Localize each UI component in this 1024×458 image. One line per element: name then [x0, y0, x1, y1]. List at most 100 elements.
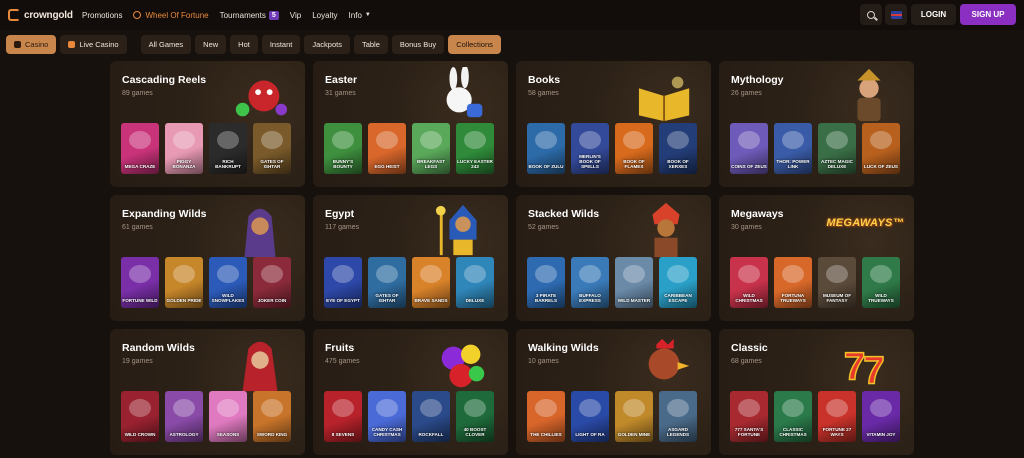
filter-all-games[interactable]: All Games [140, 35, 192, 54]
filter-jackpots[interactable]: Jackpots [304, 35, 350, 54]
filter-bonus-buy[interactable]: Bonus Buy [391, 35, 445, 54]
collection-title[interactable]: Classic [731, 342, 768, 354]
game-thumbnail[interactable]: CLASSIC CHRISTMAS [774, 391, 812, 442]
game-thumbnail[interactable]: BOOK OF ZULU [527, 123, 565, 174]
game-thumbnail[interactable]: EYE OF EGYPT [324, 257, 362, 308]
collection-card-walking-wilds[interactable]: Walking Wilds 10 games THE CHILLIES LIGHT O… [516, 329, 711, 455]
logo[interactable]: crowngold [8, 9, 82, 21]
collection-card-classic[interactable]: Classic 68 games 7 7 777 SANTA'S FORTUNE CLAS… [719, 329, 914, 455]
game-thumbnail[interactable]: THOR: POWER LINK [774, 123, 812, 174]
game-thumbnail[interactable]: GATES OF ISHTAR [253, 123, 291, 174]
game-thumbnail[interactable]: BREAKFAST LEGS [412, 123, 450, 174]
game-thumbnail[interactable]: LUCK OF ZEUS [862, 123, 900, 174]
game-thumbnail[interactable]: FORTUNA TRUEWAYS [774, 257, 812, 308]
game-thumbnails: THE CHILLIES LIGHT OF RA GOLDEN MINE ASGARD… [527, 391, 703, 442]
game-thumbnail[interactable]: EGG HEIST [368, 123, 406, 174]
collection-title[interactable]: Walking Wilds [528, 342, 599, 354]
collection-card-expanding-wilds[interactable]: Expanding Wilds 61 games FORTUNE WILD GOLDE… [110, 195, 305, 321]
game-title: AZTEC MAGIC DELUXE [821, 158, 853, 169]
game-title: GOLDEN MINE [617, 431, 651, 437]
game-thumbnail[interactable]: 40 BOOST CLOVER [456, 391, 494, 442]
game-thumbnail[interactable]: WILD TRUEWAYS [862, 257, 900, 308]
nav-wheel-of-fortune[interactable]: Wheel Of Fortune [133, 11, 209, 20]
nav-vip[interactable]: Vip [290, 11, 301, 20]
game-thumbnail[interactable]: GOLDEN MINE [615, 391, 653, 442]
game-thumbnail[interactable]: FORTUNE WILD [121, 257, 159, 308]
game-thumbnail[interactable]: WILD CROWN [121, 391, 159, 442]
game-thumbnail[interactable]: CANDY CASH CHRISTMAS [368, 391, 406, 442]
game-thumbnail[interactable]: BUNNY'S BOUNTY [324, 123, 362, 174]
game-thumbnail[interactable]: BRAVE SANDS [412, 257, 450, 308]
collection-title[interactable]: Fruits [325, 342, 354, 354]
game-title: ASGARD LEGENDS [666, 426, 690, 437]
collection-title[interactable]: Mythology [731, 74, 784, 86]
nav-loyalty[interactable]: Loyalty [312, 11, 337, 20]
game-thumbnail[interactable]: ASGARD LEGENDS [659, 391, 697, 442]
game-thumbnail[interactable]: ROCKFALL [412, 391, 450, 442]
collection-card-egypt[interactable]: Egypt 117 games EYE OF EGYPT GATES OF ISHTA… [313, 195, 508, 321]
game-thumbnail[interactable]: DELUXE [456, 257, 494, 308]
game-thumbnail[interactable]: WILD SNOWFLAKES [209, 257, 247, 308]
collection-card-mythology[interactable]: Mythology 26 games COINS OF ZEUS THOR: POWE… [719, 61, 914, 187]
game-thumbnail[interactable]: SWORD KING [253, 391, 291, 442]
game-thumbnail[interactable]: BOOK OF FLAMES [615, 123, 653, 174]
filter-instant[interactable]: Instant [261, 35, 301, 54]
game-thumbnails: FORTUNE WILD GOLDEN PRIDE WILD SNOWFLAKES J… [121, 257, 297, 308]
game-thumbnail[interactable]: MUSEUM OF FANTASY [818, 257, 856, 308]
collection-card-fruits[interactable]: Fruits 475 games 8 SEVENS CANDY CASH CHRIST… [313, 329, 508, 455]
game-thumbnail[interactable]: JOKER COIN [253, 257, 291, 308]
game-thumbnail[interactable]: AZTEC MAGIC DELUXE [818, 123, 856, 174]
login-button[interactable]: LOGIN [911, 4, 956, 25]
game-thumbnail[interactable]: THE CHILLIES [527, 391, 565, 442]
game-thumbnail[interactable]: CARIBBEAN ESCAPE [659, 257, 697, 308]
game-thumbnail[interactable]: GATES OF ISHTAR [368, 257, 406, 308]
nav-promotions[interactable]: Promotions [82, 11, 122, 20]
game-thumbnail[interactable]: VITAMIN JOY [862, 391, 900, 442]
language-button[interactable] [885, 4, 907, 25]
collection-card-random-wilds[interactable]: Random Wilds 19 games WILD CROWN ASTROLOGY S… [110, 329, 305, 455]
game-thumbnail[interactable]: 777 SANTA'S FORTUNE [730, 391, 768, 442]
filter-table[interactable]: Table [353, 35, 388, 54]
collection-title[interactable]: Easter [325, 74, 357, 86]
collection-title[interactable]: Cascading Reels [122, 74, 206, 86]
collection-title[interactable]: Expanding Wilds [122, 208, 207, 220]
tab-casino[interactable]: Casino [6, 35, 57, 54]
nav-tournaments[interactable]: Tournaments 5 [220, 10, 279, 20]
collection-card-books[interactable]: Books 58 games BOOK OF ZULU MERLIN'S BOOK O… [516, 61, 711, 187]
game-thumbnail[interactable]: SEASONS [209, 391, 247, 442]
game-thumbnail[interactable]: MERLIN'S BOOK OF SPELLS [571, 123, 609, 174]
collection-title[interactable]: Megaways [731, 208, 784, 220]
collection-card-stacked-wilds[interactable]: Stacked Wilds 52 games 3 PIRATE BARRELS BUF… [516, 195, 711, 321]
game-thumbnail[interactable]: 3 PIRATE BARRELS [527, 257, 565, 308]
game-title: BOOK OF FLAMES [623, 158, 645, 169]
game-title: DELUXE [465, 297, 485, 303]
collection-card-easter[interactable]: Easter 31 games BUNNY'S BOUNTY EGG HEIST BRE… [313, 61, 508, 187]
collection-title[interactable]: Random Wilds [122, 342, 195, 354]
game-thumbnail[interactable]: GOLDEN PRIDE [165, 257, 203, 308]
game-thumbnail[interactable]: WILD CHRISTMAS [730, 257, 768, 308]
collection-card-megaways[interactable]: Megaways 30 games MEGAWAYS™ WILD CHRISTMAS F… [719, 195, 914, 321]
collection-card-cascading-reels[interactable]: Cascading Reels 89 games MEGA CRAZE PIGGY B… [110, 61, 305, 187]
tab-live-casino[interactable]: Live Casino [60, 35, 127, 54]
game-thumbnail[interactable]: BOOK OF XERXES [659, 123, 697, 174]
collection-title[interactable]: Stacked Wilds [528, 208, 599, 220]
game-thumbnail[interactable]: BUFFALO EXPRESS [571, 257, 609, 308]
filter-hot[interactable]: Hot [230, 35, 258, 54]
game-thumbnail[interactable]: LUCKY EASTER 243 [456, 123, 494, 174]
game-thumbnail[interactable]: RICH BANKRUPT [209, 123, 247, 174]
game-thumbnail[interactable]: PIGGY BONANZA [165, 123, 203, 174]
game-thumbnail[interactable]: COINS OF ZEUS [730, 123, 768, 174]
game-thumbnail[interactable]: 8 SEVENS [324, 391, 362, 442]
collection-title[interactable]: Books [528, 74, 560, 86]
game-thumbnail[interactable]: LIGHT OF RA [571, 391, 609, 442]
filter-collections[interactable]: Collections [448, 35, 501, 54]
collection-title[interactable]: Egypt [325, 208, 354, 220]
game-thumbnail[interactable]: WILD MASTER [615, 257, 653, 308]
game-thumbnail[interactable]: MEGA CRAZE [121, 123, 159, 174]
game-thumbnail[interactable]: FORTUNE 27 WAYS [818, 391, 856, 442]
signup-button[interactable]: SIGN UP [960, 4, 1016, 25]
game-thumbnail[interactable]: ASTROLOGY [165, 391, 203, 442]
nav-info[interactable]: Info ▼ [349, 11, 371, 20]
search-button[interactable] [860, 4, 882, 25]
filter-new[interactable]: New [195, 35, 227, 54]
